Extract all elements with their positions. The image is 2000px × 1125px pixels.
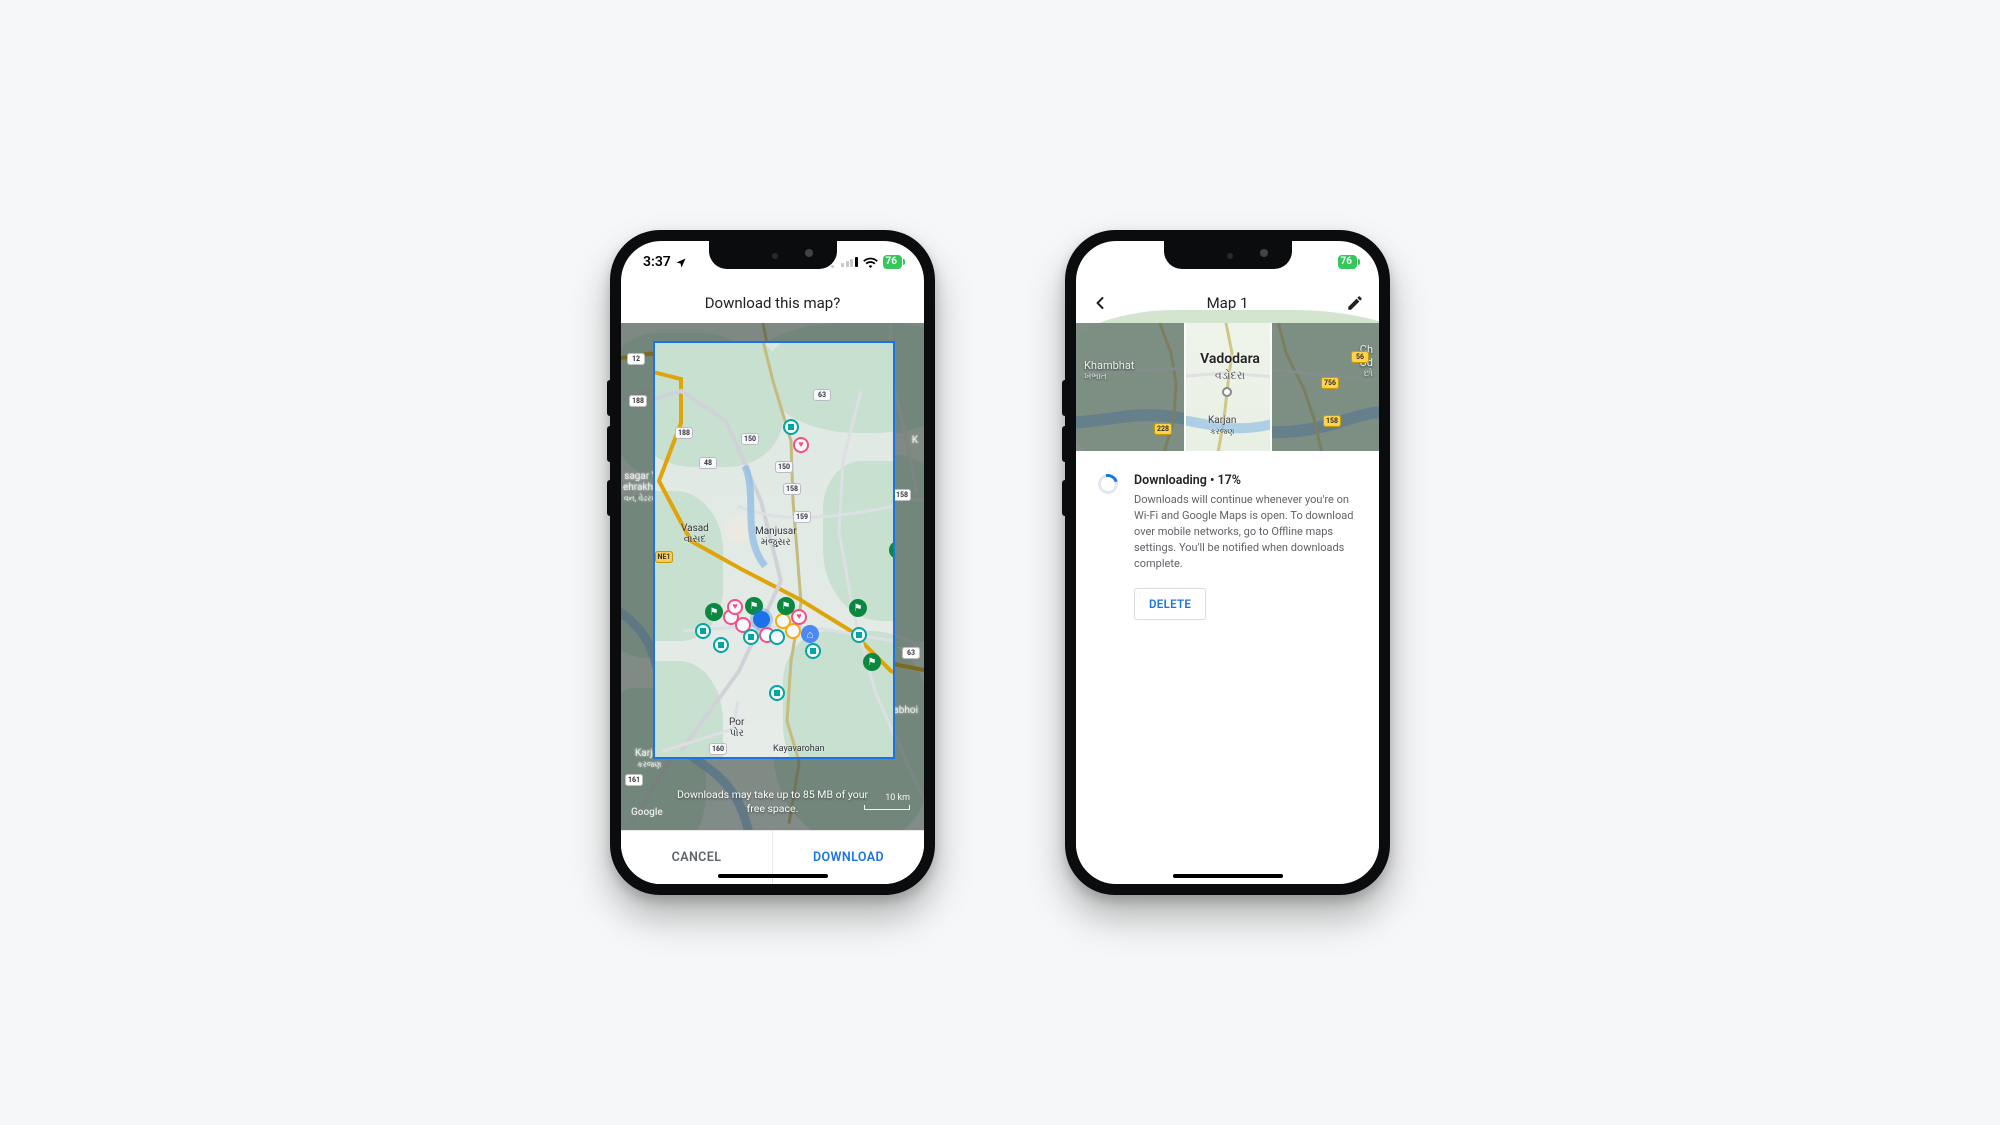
delete-button[interactable]: DELETE — [1134, 588, 1206, 620]
route-shield: 756 — [1321, 377, 1339, 389]
battery-indicator: 76 — [883, 255, 902, 269]
route-shield: 158 — [893, 489, 911, 501]
thumbnail-frame — [1184, 323, 1272, 451]
wifi-icon — [863, 257, 878, 268]
route-shield: 63 — [902, 647, 920, 659]
no-sim-dot-icon — [831, 265, 834, 268]
cellular-bars-icon — [841, 257, 858, 267]
download-status-description: Downloads will continue whenever you're … — [1134, 492, 1361, 572]
chevron-left-icon — [1090, 293, 1110, 313]
screen-left: 3:37 76 Download this map? — [621, 241, 924, 884]
route-shield: 161 — [625, 774, 643, 786]
map-label-cut: K — [912, 435, 918, 446]
download-status-title: Downloading • 17% — [1134, 473, 1361, 488]
notch — [1164, 241, 1292, 269]
header-bar: Download this map? — [621, 283, 924, 323]
map-selection-area[interactable]: sagar Van ehrakhadi) વન, વેઢરખાડી) K Dab… — [621, 323, 924, 830]
notch — [709, 241, 837, 269]
download-status-section: Downloading • 17% Downloads will continu… — [1076, 451, 1379, 868]
route-shield: 188 — [629, 395, 647, 407]
selection-frame[interactable] — [653, 341, 895, 759]
home-indicator-icon[interactable] — [718, 874, 828, 878]
page-title: Download this map? — [705, 294, 841, 312]
iphone-frame-right: 76 Map 1 — [1065, 230, 1390, 895]
spinner-icon — [1094, 470, 1121, 497]
status-time: 3:37 — [643, 254, 671, 270]
home-indicator-icon[interactable] — [1173, 874, 1283, 878]
pencil-icon — [1346, 294, 1364, 312]
route-shield: 228 — [1154, 423, 1172, 435]
download-size-note: Downloads may take up to 85 MB of your f… — [621, 788, 924, 816]
iphone-frame-left: 3:37 76 Download this map? — [610, 230, 935, 895]
route-shield: 12 — [627, 353, 645, 365]
location-services-icon — [675, 257, 685, 267]
map-label-khambhat: Khambhat — [1084, 359, 1134, 372]
screen-right: 76 Map 1 — [1076, 241, 1379, 884]
route-shield: 56 — [1351, 351, 1369, 363]
map-thumbnail[interactable]: Vadodara વડોદરા Karjan કરજણ Khambhat ખંભ… — [1076, 323, 1379, 451]
route-shield: 158 — [1323, 415, 1341, 427]
battery-indicator: 76 — [1338, 255, 1357, 269]
